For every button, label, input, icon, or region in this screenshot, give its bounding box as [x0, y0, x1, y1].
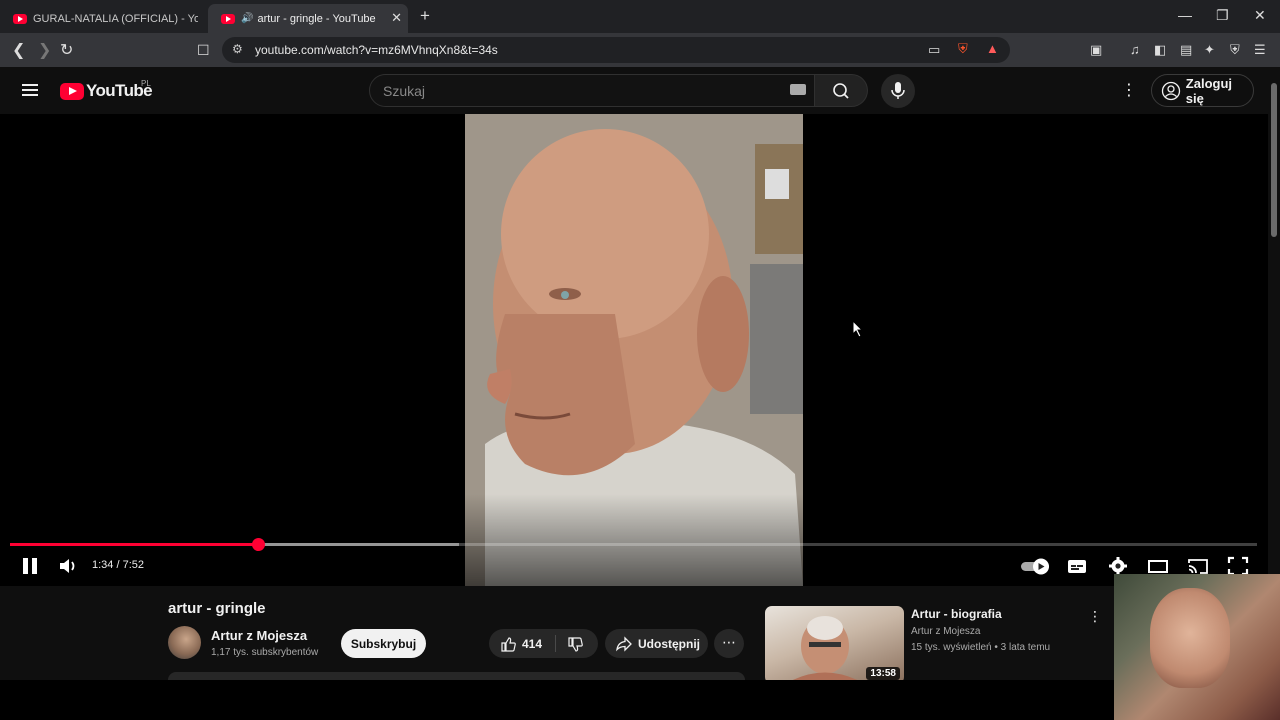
settings-more-icon[interactable]: ⋮ — [1121, 80, 1137, 100]
account-icon — [1161, 81, 1181, 100]
voice-search-button[interactable] — [881, 74, 915, 108]
search-icon — [833, 83, 849, 99]
share-icon — [616, 636, 632, 652]
url-text: youtube.com/watch?v=mz6MVhnqXn8&t=34s — [255, 43, 498, 57]
volume-icon — [60, 559, 75, 573]
tab-title: GURAL-NATALIA (OFFICIAL) - YouTube — [33, 12, 198, 25]
video-player[interactable]: 1:34 / 7:52 — [0, 114, 1267, 586]
screenshot-icon[interactable]: ▣ — [1090, 42, 1102, 58]
more-horizontal-icon: ⋯ — [722, 634, 736, 650]
browser-tab-bar: GURAL-NATALIA (OFFICIAL) - YouTube 🔊 art… — [0, 0, 1280, 33]
webcam-person — [1150, 588, 1230, 688]
browser-menu-icon[interactable]: ☰ — [1254, 42, 1266, 58]
video-title: artur - gringle — [168, 600, 266, 617]
browser-tab-1[interactable]: GURAL-NATALIA (OFFICIAL) - YouTube — [0, 4, 205, 33]
vpn-icon[interactable]: ⛨ — [1230, 42, 1240, 58]
subscriber-count: 1,17 tys. subskrybentów — [211, 647, 319, 658]
close-tab-icon[interactable]: ✕ — [391, 10, 402, 26]
brave-shields-icon[interactable]: ⛨ — [958, 41, 968, 57]
address-bar[interactable]: ⚙ youtube.com/watch?v=mz6MVhnqXn8&t=34s … — [222, 37, 1010, 63]
share-button[interactable]: Udostępnij — [605, 629, 708, 658]
mouse-cursor-icon — [852, 320, 864, 338]
sidebar-icon[interactable]: ◧ — [1154, 42, 1166, 58]
search-button[interactable] — [815, 74, 868, 107]
forward-icon[interactable]: ❯ — [38, 40, 51, 60]
pause-button[interactable] — [20, 555, 40, 582]
keyboard-icon[interactable] — [790, 84, 806, 95]
recommended-title[interactable]: Artur - biografia — [911, 607, 1002, 621]
audio-playing-icon[interactable]: 🔊 — [241, 13, 253, 24]
restore-icon[interactable]: ❐ — [1216, 7, 1229, 24]
close-window-icon[interactable]: ✕ — [1254, 7, 1266, 24]
pill-divider — [555, 635, 556, 652]
minimize-icon[interactable]: — — [1178, 7, 1192, 23]
more-actions-button[interactable]: ⋯ — [714, 629, 744, 658]
subtitles-icon — [1068, 560, 1086, 573]
browser-tab-2[interactable]: 🔊 artur - gringle - YouTube ✕ — [208, 4, 408, 33]
dislike-icon[interactable] — [566, 636, 584, 654]
pause-icon — [23, 558, 37, 574]
country-code: PL — [141, 79, 151, 88]
microphone-icon — [891, 82, 905, 99]
youtube-logo[interactable]: YouTube — [60, 81, 153, 101]
youtube-play-icon — [60, 82, 84, 100]
sign-in-label: Zaloguj się — [1185, 75, 1233, 106]
autoplay-toggle[interactable] — [1020, 555, 1052, 582]
reload-icon[interactable]: ↻ — [60, 40, 73, 60]
subtitles-button[interactable] — [1066, 555, 1088, 582]
tab-title: artur - gringle - YouTube — [257, 12, 376, 25]
media-controls-icon[interactable]: ♫ — [1130, 42, 1140, 57]
brave-rewards-icon[interactable]: ▲ — [986, 41, 999, 56]
wallet-icon[interactable]: ▤ — [1180, 42, 1192, 58]
youtube-favicon-icon — [13, 13, 27, 24]
youtube-header: YouTube PL Szukaj ⋮ Zaloguj się — [0, 67, 1280, 114]
browser-toolbar: ❮ ❯ ↻ ☐ ⚙ youtube.com/watch?v=mz6MVhnqXn… — [0, 33, 1280, 67]
recommended-meta: 15 tys. wyświetleń • 3 lata temu — [911, 642, 1051, 653]
subscribe-button[interactable]: Subskrybuj — [341, 629, 426, 658]
progress-played — [10, 543, 259, 546]
youtube-favicon-icon — [221, 13, 235, 24]
page-bottom — [0, 680, 1114, 720]
webcam-overlay — [1114, 574, 1280, 720]
recommended-thumbnail[interactable]: 13:58 — [765, 606, 904, 680]
like-dislike-group: 414 — [489, 629, 598, 658]
new-tab-icon[interactable]: + — [420, 6, 430, 26]
bookmark-icon[interactable]: ☐ — [197, 42, 210, 59]
site-settings-icon[interactable]: ⚙ — [232, 42, 243, 56]
recommended-channel[interactable]: Artur z Mojesza — [911, 626, 980, 637]
like-count: 414 — [522, 637, 543, 651]
search-box[interactable]: Szukaj — [369, 74, 815, 107]
channel-avatar[interactable] — [168, 626, 201, 659]
description-box[interactable] — [168, 672, 745, 680]
guide-menu-icon[interactable] — [22, 84, 38, 96]
leo-ai-icon[interactable]: ✦ — [1204, 42, 1215, 58]
recommended-menu-icon[interactable]: ⋮ — [1088, 608, 1102, 625]
share-label: Udostępnij — [638, 636, 700, 651]
video-duration-badge: 13:58 — [866, 667, 900, 680]
watch-metadata: artur - gringle Artur z Mojesza 1,17 tys… — [0, 586, 1267, 680]
back-icon[interactable]: ❮ — [12, 40, 25, 60]
scrollbar-thumb[interactable] — [1271, 83, 1277, 237]
cast-page-icon[interactable]: ▭ — [928, 42, 940, 58]
time-display: 1:34 / 7:52 — [92, 559, 144, 571]
sign-in-button[interactable]: Zaloguj się — [1151, 74, 1254, 107]
autoplay-icon — [1021, 558, 1049, 575]
mute-button[interactable] — [57, 555, 79, 582]
channel-name[interactable]: Artur z Mojesza — [211, 628, 307, 643]
like-icon[interactable] — [499, 635, 517, 653]
progress-bar[interactable] — [10, 538, 1257, 551]
search-placeholder: Szukaj — [383, 83, 426, 99]
